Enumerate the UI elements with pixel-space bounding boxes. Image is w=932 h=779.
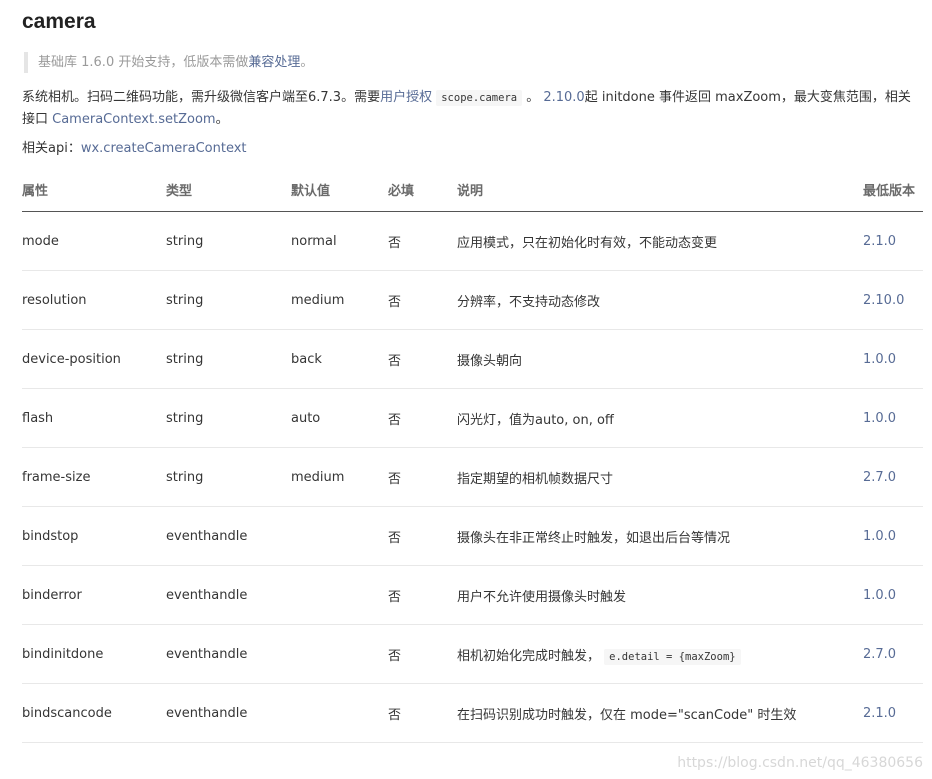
cell-name: flash [22,388,166,448]
cell-type: string [166,270,291,330]
cell-version: 1.0.0 [863,565,923,625]
cell-default: auto [291,388,388,448]
cell-required: 否 [388,329,457,389]
version-link[interactable]: 1.0.0 [863,411,896,426]
header-attribute: 属性 [22,168,166,212]
component-description: 系统相机。扫码二维码功能，需升级微信客户端至6.7.3。需要用户授权 scope… [22,87,922,131]
table-row: bindscancode eventhandle 否 在扫码识别成功时触发，仅在… [22,683,923,743]
compat-link[interactable]: 兼容处理 [248,55,300,70]
version-link[interactable]: 2.7.0 [863,647,896,662]
cell-desc: 指定期望的相机帧数据尺寸 [457,447,863,507]
version-link[interactable]: 2.1.0 [863,234,896,249]
cell-version: 1.0.0 [863,506,923,566]
table-row: bindstop eventhandle 否 摄像头在非正常终止时触发，如退出后… [22,506,923,566]
cell-version: 1.0.0 [863,329,923,389]
cell-type: string [166,329,291,389]
cell-desc: 应用模式，只在初始化时有效，不能动态变更 [457,211,863,271]
cell-type: eventhandle [166,683,291,743]
table-row: device-position string back 否 摄像头朝向 1.0.… [22,329,923,389]
cell-default [291,683,388,743]
cell-default [291,624,388,684]
set-zoom-link[interactable]: CameraContext.setZoom [52,112,215,127]
base-library-note: 基础库 1.6.0 开始支持，低版本需做兼容处理。 [24,52,313,73]
cell-required: 否 [388,683,457,743]
cell-name: bindinitdone [22,624,166,684]
cell-name: mode [22,211,166,271]
page-title: camera [22,10,96,33]
cell-required: 否 [388,447,457,507]
table-row: flash string auto 否 闪光灯，值为auto, on, off … [22,388,923,448]
cell-desc: 摄像头在非正常终止时触发，如退出后台等情况 [457,506,863,566]
table-header-row: 属性 类型 默认值 必填 说明 最低版本 [22,168,923,212]
table-row: binderror eventhandle 否 用户不允许使用摄像头时触发 1.… [22,565,923,625]
cell-default: normal [291,211,388,271]
header-required: 必填 [388,168,457,212]
table-row: mode string normal 否 应用模式，只在初始化时有效，不能动态变… [22,211,923,271]
table-row: bindinitdone eventhandle 否 相机初始化完成时触发， e… [22,624,923,684]
cell-desc: 用户不允许使用摄像头时触发 [457,565,863,625]
cell-type: string [166,388,291,448]
cell-name: device-position [22,329,166,389]
table-row: resolution string medium 否 分辨率，不支持动态修改 2… [22,270,923,330]
cell-version: 1.0.0 [863,388,923,448]
note-suffix: 。 [300,55,314,70]
cell-name: bindscancode [22,683,166,743]
related-api: 相关api：wx.createCameraContext [22,138,247,160]
cell-name: resolution [22,270,166,330]
note-prefix: 基础库 1.6.0 开始支持，低版本需做 [38,55,249,70]
cell-version: 2.1.0 [863,211,923,271]
cell-required: 否 [388,565,457,625]
cell-type: eventhandle [166,506,291,566]
version-link[interactable]: 2.1.0 [863,706,896,721]
cell-default [291,565,388,625]
cell-name: frame-size [22,447,166,507]
cell-default [291,506,388,566]
table-row: frame-size string medium 否 指定期望的相机帧数据尺寸 … [22,447,923,507]
desc-text-1: 系统相机。扫码二维码功能，需升级微信客户端至6.7.3。需要 [22,90,381,105]
detail-code: e.detail = {maxZoom} [604,648,741,665]
cell-name: bindstop [22,506,166,566]
version-link[interactable]: 2.10.0 [863,293,904,308]
cell-type: string [166,211,291,271]
header-description: 说明 [457,168,863,212]
cell-type: eventhandle [166,565,291,625]
version-link[interactable]: 1.0.0 [863,588,896,603]
cell-version: 2.1.0 [863,683,923,743]
version-link[interactable]: 1.0.0 [863,529,896,544]
user-auth-link[interactable]: 用户授权 [380,90,432,105]
watermark: https://blog.csdn.net/qq_46380656 [677,755,923,771]
cell-type: eventhandle [166,624,291,684]
cell-required: 否 [388,506,457,566]
cell-default: medium [291,447,388,507]
version-link[interactable]: 1.0.0 [863,352,896,367]
version-link[interactable]: 2.10.0 [543,90,584,105]
cell-type: string [166,447,291,507]
cell-version: 2.7.0 [863,624,923,684]
properties-table: 属性 类型 默认值 必填 说明 最低版本 mode string normal … [22,168,923,743]
cell-desc: 摄像头朝向 [457,329,863,389]
cell-version: 2.10.0 [863,270,923,330]
cell-default: medium [291,270,388,330]
header-type: 类型 [166,168,291,212]
cell-desc: 相机初始化完成时触发， e.detail = {maxZoom} [457,624,863,684]
cell-version: 2.7.0 [863,447,923,507]
desc-text-2: 。 [522,90,544,105]
version-link[interactable]: 2.7.0 [863,470,896,485]
scope-code: scope.camera [436,90,523,106]
api-label: 相关api： [22,141,81,156]
create-camera-context-link[interactable]: wx.createCameraContext [81,141,247,156]
cell-desc: 在扫码识别成功时触发，仅在 mode="scanCode" 时生效 [457,683,863,743]
desc-text-4: 。 [215,112,229,127]
cell-required: 否 [388,624,457,684]
cell-required: 否 [388,388,457,448]
cell-required: 否 [388,211,457,271]
cell-name: binderror [22,565,166,625]
header-min-version: 最低版本 [863,168,923,212]
cell-default: back [291,329,388,389]
cell-desc: 分辨率，不支持动态修改 [457,270,863,330]
cell-desc-text: 相机初始化完成时触发， [457,648,601,664]
header-default: 默认值 [291,168,388,212]
cell-desc: 闪光灯，值为auto, on, off [457,388,863,448]
cell-required: 否 [388,270,457,330]
